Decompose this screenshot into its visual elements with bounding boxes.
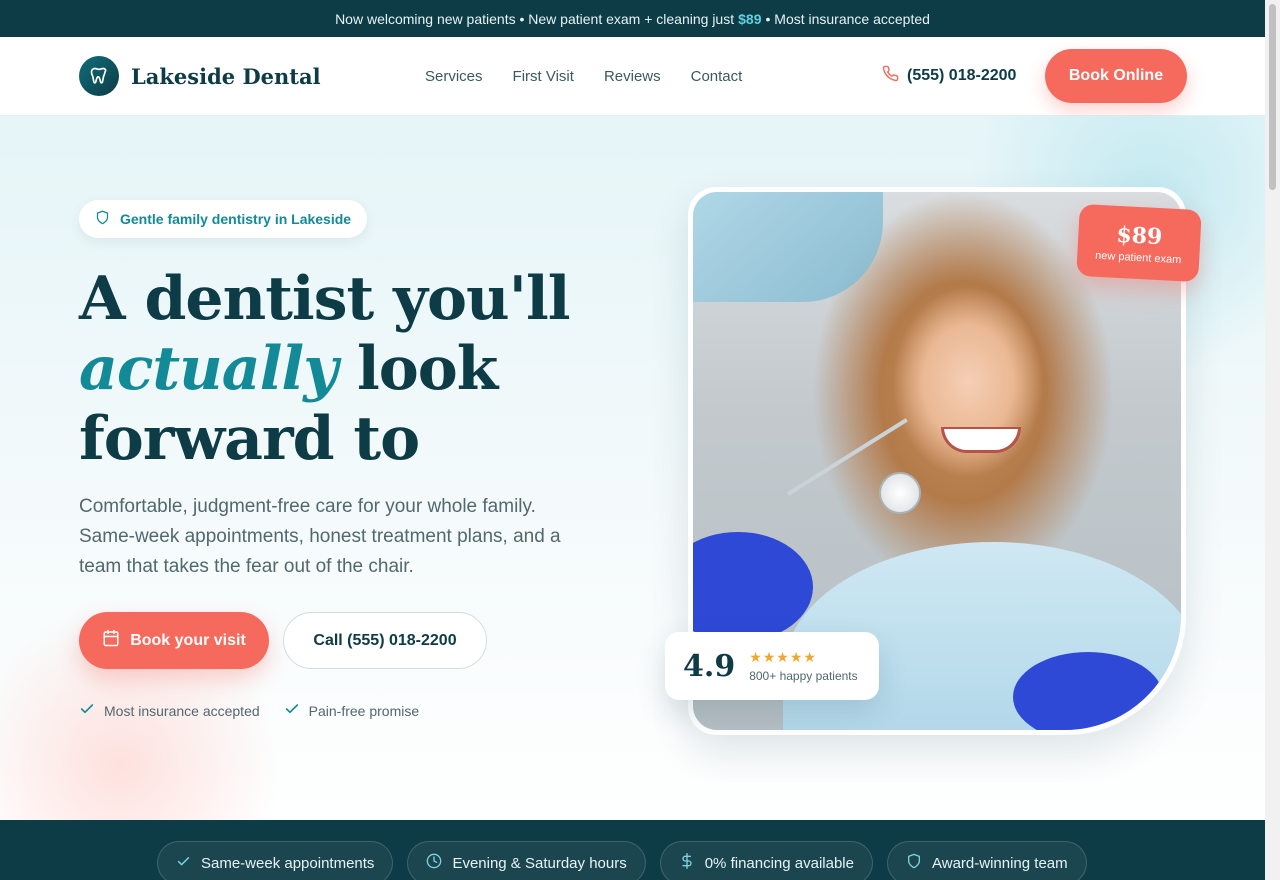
star-rating-icon: ★★★★★ (749, 649, 817, 665)
check-icon (176, 854, 191, 873)
features-strip: Same-week appointments Evening & Saturda… (0, 820, 1265, 880)
headline-line-2: look (337, 334, 498, 404)
check-icon (284, 701, 300, 720)
feature-chips: Same-week appointments Evening & Saturda… (157, 841, 1087, 880)
feature-chip-label: Award-winning team (932, 854, 1068, 872)
headline-line-3: forward to (79, 404, 420, 474)
calendar-icon (102, 629, 120, 652)
price-badge-amount: $89 (1115, 221, 1164, 250)
hero-tagline-text: Gentle family dentistry in Lakeside (120, 211, 352, 227)
brand-logo-link[interactable]: Lakeside Dental (79, 56, 321, 96)
rating-details: ★★★★★ 800+ happy patients (749, 649, 857, 683)
announcement-text-end: • Most insurance accepted (765, 10, 930, 27)
rating-score: 4.9 (683, 648, 736, 684)
clock-icon (426, 853, 442, 873)
photo-dental-lamp (693, 192, 883, 302)
book-visit-button[interactable]: Book your visit (79, 612, 269, 669)
announcement-price: $89 (738, 10, 762, 27)
feature-chip-award: Award-winning team (887, 841, 1087, 880)
shield-icon (95, 210, 110, 228)
feature-chip-financing: 0% financing available (659, 841, 873, 880)
shield-icon (906, 853, 922, 873)
hero-description: Comfortable, judgment-free care for your… (79, 496, 561, 577)
rating-card: 4.9 ★★★★★ 800+ happy patients (665, 632, 879, 700)
rating-count: 800+ happy patients (749, 669, 858, 683)
brand-name: Lakeside Dental (131, 63, 321, 89)
hero-headline: A dentist you'll actually look forward t… (79, 264, 571, 474)
announcement-text: Now welcoming new patients • New patient… (335, 10, 735, 27)
announcement-bar: Now welcoming new patients • New patient… (0, 0, 1265, 37)
price-badge-label: new patient exam (1094, 249, 1182, 266)
scrollbar-thumb[interactable] (1269, 4, 1276, 190)
feature-chip-label: Evening & Saturday hours (452, 854, 627, 872)
photo-dental-mirror (879, 472, 921, 514)
headline-accent: actually (79, 334, 338, 404)
header-phone-link[interactable]: (555) 018-2200 (882, 65, 1016, 87)
photo-glove-left (693, 532, 813, 642)
site-header: Lakeside Dental Services First Visit Rev… (0, 37, 1265, 116)
hero-section: Gentle family dentistry in Lakeside A de… (0, 116, 1265, 820)
page-scrollbar[interactable] (1265, 0, 1280, 880)
benefit-item: Pain-free promise (284, 701, 420, 720)
feature-chip-same-week: Same-week appointments (157, 841, 394, 880)
price-badge: $89 new patient exam (1076, 203, 1202, 283)
book-visit-label: Book your visit (130, 631, 246, 649)
call-phone-button[interactable]: Call (555) 018-2200 (283, 612, 487, 669)
nav-first-visit[interactable]: First Visit (513, 68, 574, 85)
header-phone-number: (555) 018-2200 (907, 67, 1017, 84)
photo-smile (941, 427, 1021, 453)
check-icon (79, 701, 95, 720)
benefit-item: Most insurance accepted (79, 701, 260, 720)
headline-line-1: A dentist you'll (79, 264, 571, 334)
main-nav: Services First Visit Reviews Contact (425, 37, 742, 116)
nav-contact[interactable]: Contact (691, 68, 743, 85)
benefit-text: Most insurance accepted (104, 702, 260, 719)
tooth-icon (79, 56, 119, 96)
book-online-button[interactable]: Book Online (1045, 49, 1187, 103)
dollar-icon (679, 853, 695, 873)
hero-tagline-pill: Gentle family dentistry in Lakeside (79, 200, 368, 238)
nav-reviews[interactable]: Reviews (604, 68, 661, 85)
phone-icon (882, 65, 899, 87)
hero-benefits: Most insurance accepted Pain-free promis… (79, 701, 419, 720)
nav-services[interactable]: Services (425, 68, 483, 85)
feature-chip-label: 0% financing available (704, 854, 854, 872)
feature-chip-label: Same-week appointments (201, 854, 375, 872)
benefit-text: Pain-free promise (308, 702, 420, 719)
feature-chip-hours: Evening & Saturday hours (407, 841, 646, 880)
